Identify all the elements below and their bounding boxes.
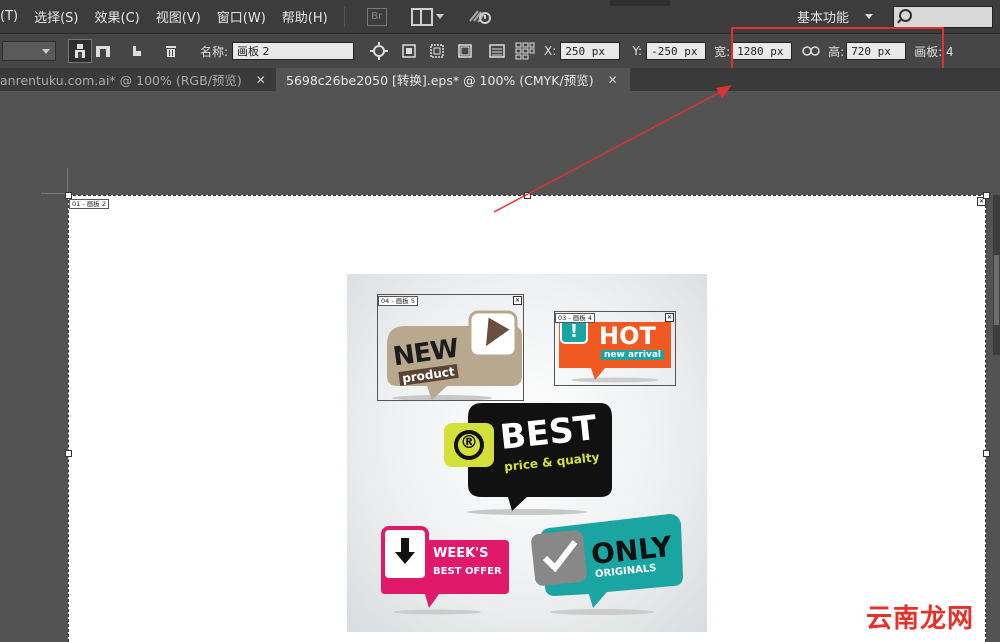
selection-handle[interactable]	[983, 450, 990, 457]
preset-select[interactable]	[2, 41, 56, 61]
delete-artboard-button[interactable]	[160, 40, 182, 62]
best-badge: ® BEST price & qualty	[442, 399, 617, 517]
menu-type[interactable]: (T)	[0, 9, 26, 24]
close-icon[interactable]: ✕	[256, 73, 266, 87]
reference-point-icon[interactable]	[368, 40, 390, 62]
sub-artboard-4[interactable]: 03 - 画板 4 ✕	[554, 311, 676, 386]
menu-effect[interactable]: 效果(C)	[87, 7, 148, 26]
close-icon[interactable]: ✕	[513, 296, 522, 305]
scrollbar-thumb[interactable]	[994, 255, 999, 325]
artboard-label: 03 - 画板 4	[555, 313, 595, 323]
artboard-name-field[interactable]: 画板 2	[232, 42, 355, 60]
menu-view[interactable]: 视图(V)	[148, 7, 209, 26]
move-with-artboard-button[interactable]	[68, 39, 92, 63]
tab-document-1[interactable]: anrentuku.com.ai* @ 100% (RGB/预览) ✕	[0, 68, 276, 91]
watermark-logo: 云南龙网	[866, 604, 975, 634]
document-tabs: anrentuku.com.ai* @ 100% (RGB/预览) ✕ 5698…	[0, 68, 1000, 91]
bridge-button[interactable]: Br	[366, 7, 387, 26]
artwork-image[interactable]: NEW product 04 - 画板 5 ✕ ! HOT new arriva…	[347, 274, 707, 632]
menu-help[interactable]: 帮助(H)	[274, 7, 336, 26]
selection-handle[interactable]	[65, 450, 72, 457]
close-icon[interactable]: ✕	[665, 313, 674, 322]
sub-artboard-5[interactable]: 04 - 画板 5 ✕	[377, 294, 524, 401]
selection-handle[interactable]	[65, 192, 72, 199]
tab-document-2[interactable]: 5698c26be2050 [转换].eps* @ 100% (CMYK/预览)…	[276, 68, 630, 91]
best-offer-text: BEST OFFER	[433, 566, 502, 577]
selection-handle[interactable]	[983, 192, 990, 199]
chevron-down-icon	[865, 14, 874, 19]
ruler-guide-vertical	[67, 168, 68, 194]
registered-mark: ®	[460, 432, 478, 453]
fit-artboard-icon[interactable]	[426, 40, 448, 62]
artboard-bounds-icon[interactable]	[454, 40, 476, 62]
close-icon[interactable]: ✕	[608, 73, 618, 87]
align-center-icon[interactable]	[398, 40, 420, 62]
y-label: Y:	[632, 44, 643, 58]
menu-select[interactable]: 选择(S)	[26, 7, 86, 26]
x-field[interactable]: 250 px	[560, 42, 621, 60]
weeks-text: WEEK'S	[433, 546, 489, 561]
tab-title: anrentuku.com.ai* @ 100% (RGB/预览)	[0, 73, 242, 88]
y-field[interactable]: -250 px	[646, 42, 707, 60]
only-originals-badge: ONLY ORIGINALS	[527, 510, 687, 616]
weeks-offer-badge: WEEK'S BEST OFFER	[377, 524, 512, 616]
new-artboard-button[interactable]	[126, 40, 148, 62]
vertical-scrollbar[interactable]	[993, 195, 1000, 355]
window-edge	[610, 0, 670, 6]
workspace-switcher[interactable]: 基本功能	[797, 7, 874, 26]
chevron-down-icon	[42, 49, 50, 54]
chevron-down-icon	[435, 14, 444, 19]
highlight-box	[731, 27, 944, 72]
x-label: X:	[544, 44, 557, 58]
arrange-documents-button[interactable]	[410, 7, 444, 26]
search-icon	[899, 9, 912, 22]
search-input[interactable]	[893, 6, 993, 28]
artboard-label: 04 - 画板 5	[378, 296, 418, 306]
gpu-performance-icon[interactable]	[468, 5, 492, 29]
menu-separator	[343, 6, 345, 27]
tab-title: 5698c26be2050 [转换].eps* @ 100% (CMYK/预览)	[286, 73, 594, 88]
workspace-label: 基本功能	[797, 11, 850, 26]
artboard-label: 01 - 画板 2	[69, 199, 109, 209]
artboard-options-button[interactable]	[92, 40, 114, 62]
selection-handle[interactable]	[524, 192, 531, 199]
width-label: 宽:	[714, 44, 731, 59]
ruler-guide-horizontal	[41, 193, 67, 194]
menu-window[interactable]: 窗口(W)	[209, 7, 274, 26]
layout-icon	[410, 7, 433, 26]
artboard-list-icon[interactable]	[486, 40, 508, 62]
rearrange-artboards-icon[interactable]	[514, 40, 536, 62]
name-label: 名称:	[200, 44, 229, 59]
